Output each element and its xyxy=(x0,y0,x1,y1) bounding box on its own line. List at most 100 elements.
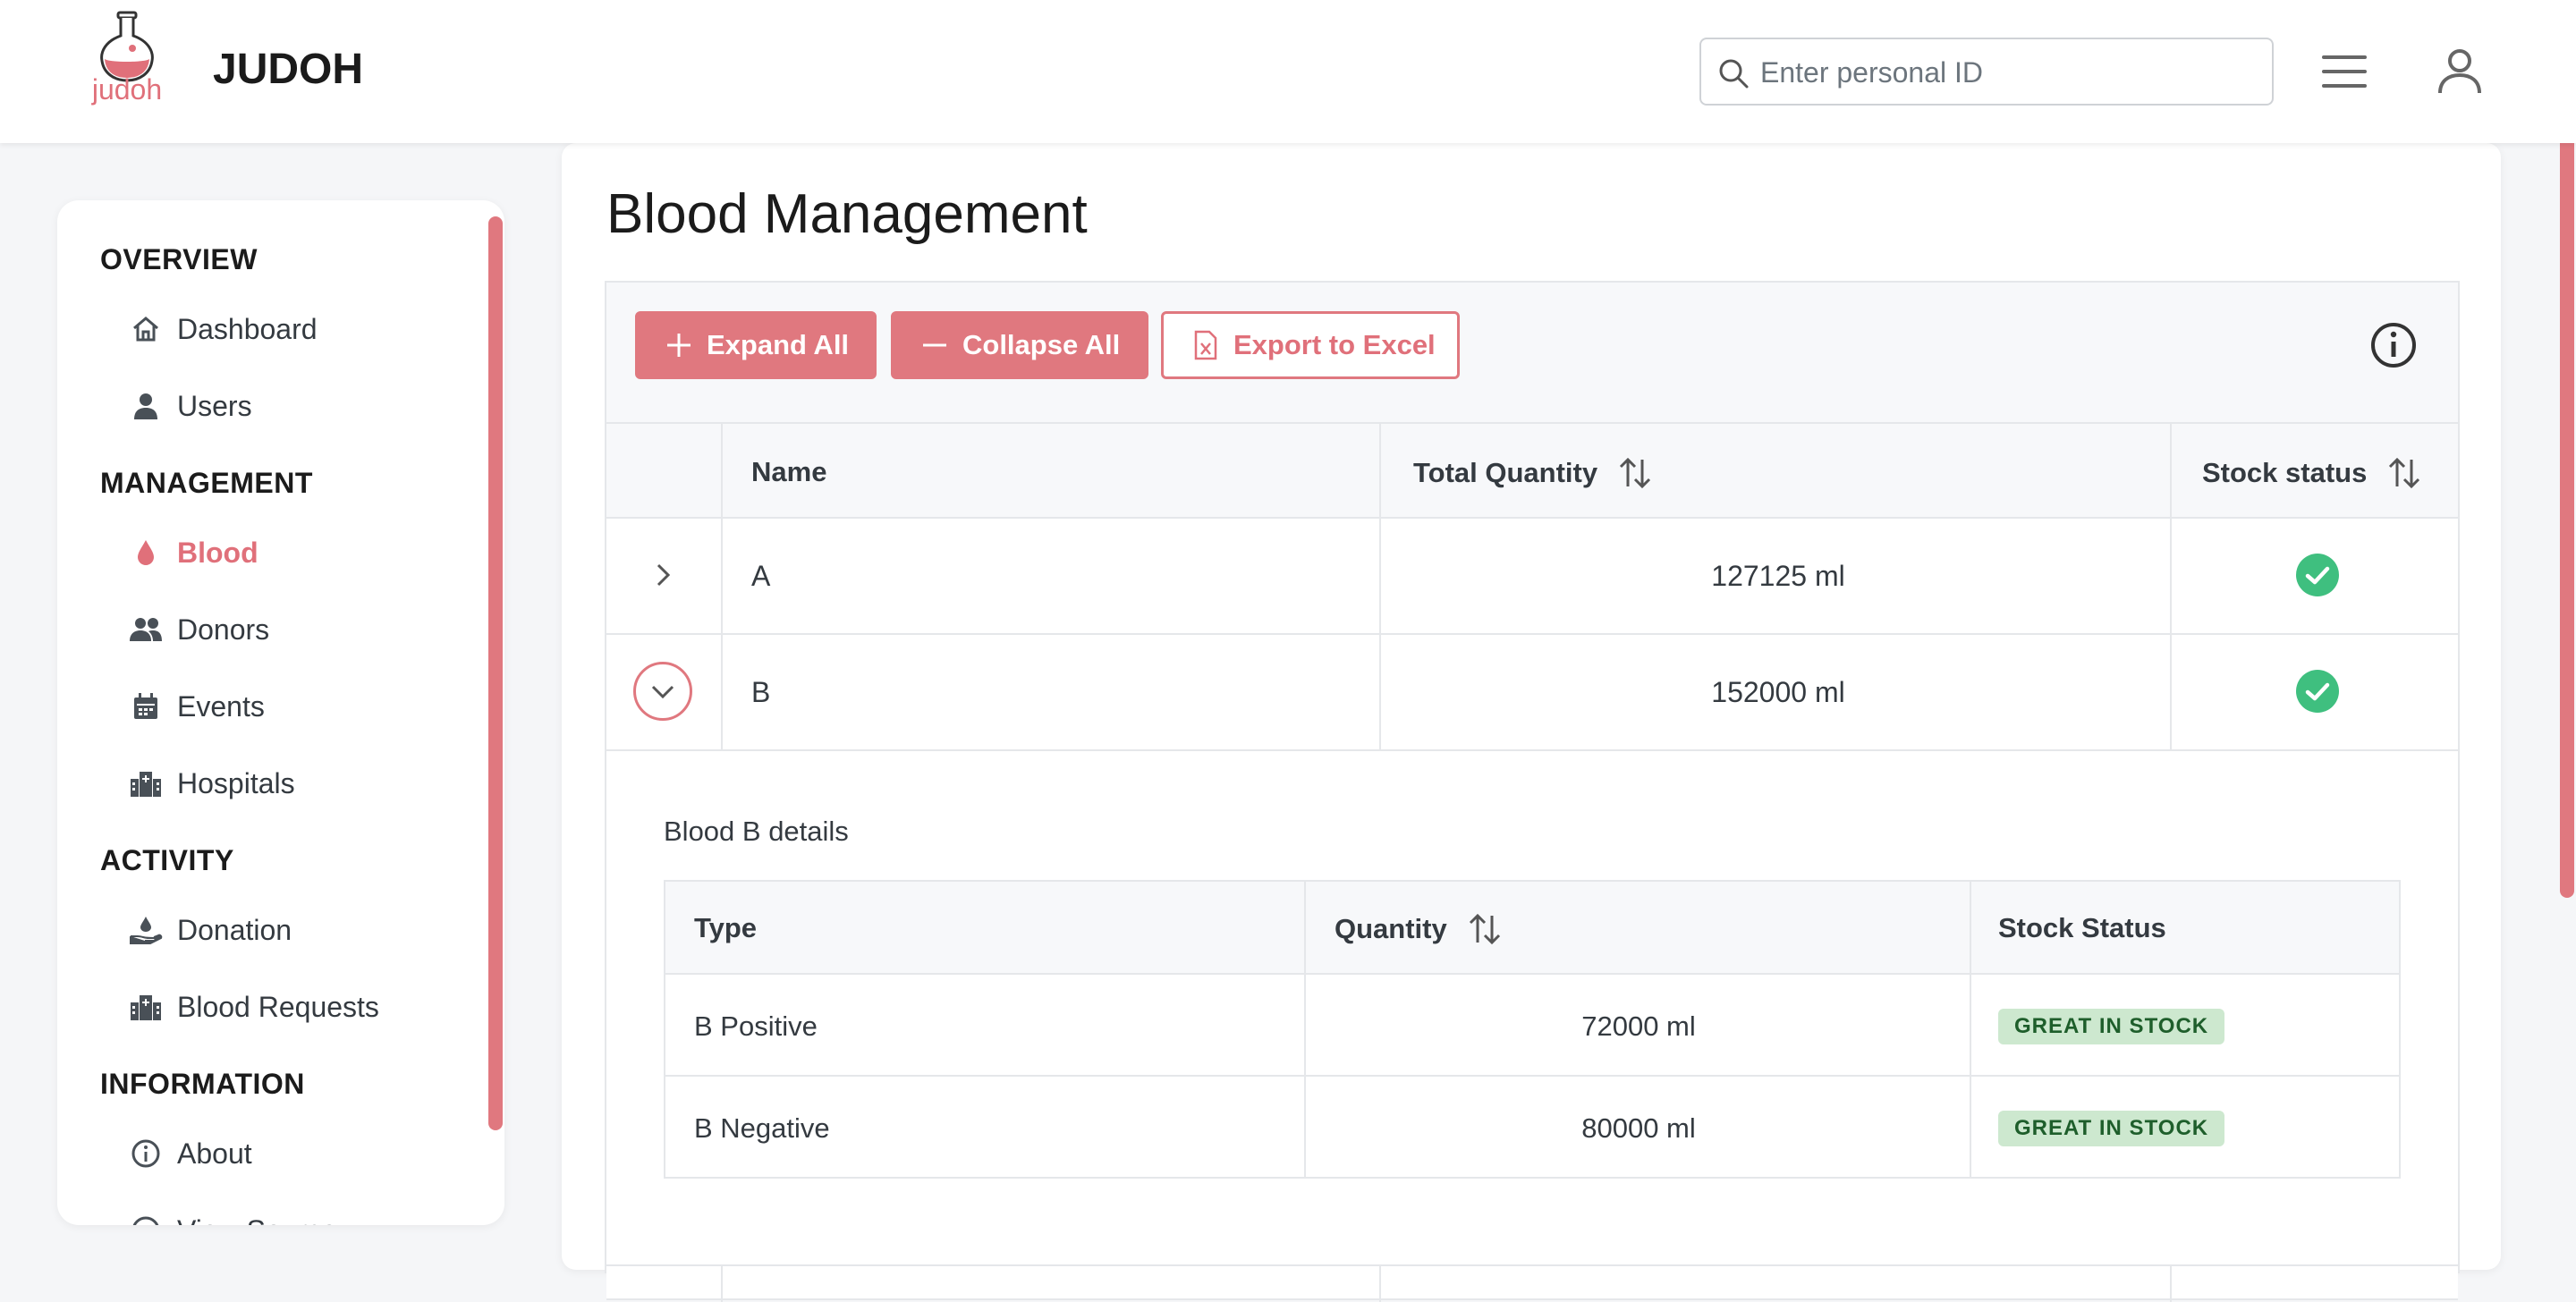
sidebar-item-blood[interactable]: Blood xyxy=(129,526,469,579)
column-divider xyxy=(1379,424,1381,751)
sidebar-item-hospitals[interactable]: Hospitals xyxy=(129,757,469,810)
calendar-icon xyxy=(129,689,163,723)
status-badge: GREAT IN STOCK xyxy=(1998,1111,2225,1146)
sidebar-scrollbar[interactable] xyxy=(488,216,503,1130)
section-title-activity: ACTIVITY xyxy=(100,844,234,876)
logo-text: judoh xyxy=(91,73,163,106)
github-icon xyxy=(129,1213,163,1225)
detail-table-header: Type Quantity Stock Status xyxy=(665,882,2399,975)
column-divider xyxy=(2170,424,2172,751)
column-divider xyxy=(721,424,723,751)
column-header-name[interactable]: Name xyxy=(751,456,826,488)
export-excel-label: Export to Excel xyxy=(1233,329,1436,360)
sidebar-item-view-source[interactable]: View Source xyxy=(129,1204,469,1225)
collapse-all-label: Collapse All xyxy=(962,329,1121,360)
main-card: Blood Management Expand All Collapse All… xyxy=(562,143,2501,1302)
search-input[interactable] xyxy=(1760,46,2261,98)
sidebar-item-users[interactable]: Users xyxy=(129,379,469,433)
column-divider xyxy=(721,1266,723,1302)
table-row: B Negative 80000 ml GREAT IN STOCK xyxy=(665,1077,2399,1179)
info-icon[interactable] xyxy=(2368,320,2419,370)
sidebar: OVERVIEW Dashboard Users MANAGEMENT Bloo… xyxy=(57,200,504,1225)
hospital-icon xyxy=(129,766,163,800)
table-toolbar: Expand All Collapse All Export to Excel xyxy=(606,283,2458,424)
row-quantity: 127125 ml xyxy=(1711,560,1845,592)
chevron-right-icon xyxy=(657,563,671,587)
column-header-total-quantity[interactable]: Total Quantity xyxy=(1413,456,1653,490)
sidebar-item-events[interactable]: Events xyxy=(129,680,469,733)
top-bar: judoh JUDOH xyxy=(0,0,2576,143)
sidebar-item-label: Blood xyxy=(177,536,258,569)
section-title-overview: OVERVIEW xyxy=(100,243,258,275)
sidebar-item-donors[interactable]: Donors xyxy=(129,603,469,656)
detail-title: Blood B details xyxy=(664,816,849,847)
column-divider xyxy=(1379,1266,1381,1302)
hand-drop-icon xyxy=(129,913,163,947)
sidebar-item-label: Events xyxy=(177,689,265,723)
detail-table: Type Quantity Stock Status B Positive 72… xyxy=(664,880,2401,1179)
app-title[interactable]: JUDOH xyxy=(213,45,363,94)
column-header-stock-status[interactable]: Stock Status xyxy=(1998,912,2166,944)
table-row: B Positive 72000 ml GREAT IN STOCK xyxy=(665,975,2399,1077)
column-divider xyxy=(2170,1266,2172,1302)
collapse-all-button[interactable]: Collapse All xyxy=(891,311,1148,379)
detail-type: B Positive xyxy=(694,1010,818,1042)
row-name: A xyxy=(751,560,771,592)
blood-table: Expand All Collapse All Export to Excel xyxy=(605,281,2460,1302)
sidebar-item-about[interactable]: About xyxy=(129,1127,469,1180)
detail-type: B Negative xyxy=(694,1112,830,1144)
user-icon xyxy=(129,389,163,423)
column-header-label: Stock status xyxy=(2202,457,2368,488)
row-quantity: 152000 ml xyxy=(1711,676,1845,708)
column-header-label: Total Quantity xyxy=(1413,457,1598,488)
table-row[interactable]: B 152000 ml xyxy=(606,635,2458,751)
table-header: Name Total Quantity Stock status xyxy=(606,424,2458,519)
status-badge: GREAT IN STOCK xyxy=(1998,1009,2225,1044)
people-icon xyxy=(129,613,163,647)
search-icon xyxy=(1719,59,1749,89)
section-title-information: INFORMATION xyxy=(100,1068,305,1100)
expand-all-button[interactable]: Expand All xyxy=(635,311,877,379)
sort-icon[interactable] xyxy=(1467,912,1503,946)
check-circle-icon xyxy=(2296,670,2339,713)
home-icon xyxy=(129,312,163,346)
section-title-management: MANAGEMENT xyxy=(100,467,313,499)
column-header-label: Quantity xyxy=(1335,913,1447,944)
table-row[interactable]: A 127125 ml xyxy=(606,519,2458,635)
minus-icon xyxy=(919,330,950,360)
detail-quantity: 72000 ml xyxy=(1581,1010,1696,1042)
sidebar-item-label: About xyxy=(177,1137,252,1170)
chevron-down-icon xyxy=(651,685,674,699)
sidebar-item-dashboard[interactable]: Dashboard xyxy=(129,302,469,356)
sidebar-item-label: Donation xyxy=(177,913,292,946)
expand-row-button[interactable] xyxy=(633,545,692,604)
sidebar-item-blood-requests[interactable]: Blood Requests xyxy=(129,980,469,1034)
export-excel-button[interactable]: Export to Excel xyxy=(1161,311,1460,379)
row-name: B xyxy=(751,676,771,708)
plus-icon xyxy=(664,330,694,360)
column-header-quantity[interactable]: Quantity xyxy=(1335,912,1503,946)
user-account-icon[interactable] xyxy=(2433,45,2487,98)
blood-drop-icon xyxy=(129,536,163,570)
row-detail-panel: Blood B details Type Quantity Stock Stat… xyxy=(606,753,2458,1236)
sort-icon[interactable] xyxy=(2386,456,2422,490)
hospital-icon xyxy=(129,990,163,1024)
page-title: Blood Management xyxy=(606,183,1088,245)
search-box[interactable] xyxy=(1699,38,2274,106)
table-row[interactable] xyxy=(606,1264,2458,1302)
check-circle-icon xyxy=(2296,554,2339,596)
column-header-type[interactable]: Type xyxy=(694,912,757,944)
collapse-row-button[interactable] xyxy=(633,662,692,721)
sidebar-item-label: Users xyxy=(177,389,252,422)
sidebar-item-label: View Source xyxy=(177,1214,337,1226)
column-divider xyxy=(1304,882,1306,1177)
hamburger-menu-icon[interactable] xyxy=(2320,50,2368,93)
sidebar-item-donation[interactable]: Donation xyxy=(129,903,469,957)
column-divider xyxy=(1970,882,1971,1177)
page-scrollbar[interactable] xyxy=(2560,57,2574,898)
sidebar-item-label: Donors xyxy=(177,613,270,646)
sort-icon[interactable] xyxy=(1617,456,1653,490)
expand-all-label: Expand All xyxy=(707,329,850,360)
sidebar-item-label: Blood Requests xyxy=(177,990,379,1023)
column-header-stock-status[interactable]: Stock status xyxy=(2202,456,2422,490)
